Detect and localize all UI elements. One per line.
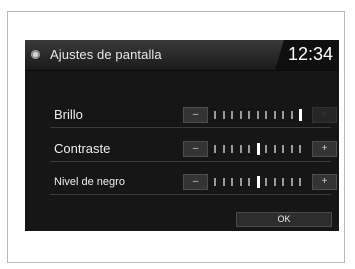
title-bar: Ajustes de pantalla 12:34 [25,40,339,71]
contrast-label: Contraste [54,141,111,156]
level-tick [222,111,225,119]
level-tick [222,178,225,186]
level-tick [222,145,225,153]
level-tick [265,111,267,119]
level-tick [231,145,233,153]
level-tick [239,145,242,153]
brightness-level-scale [214,109,308,121]
level-tick [299,178,301,186]
level-tick [231,111,233,119]
black-level-increase-button[interactable]: + [312,174,337,190]
clock-tab: 12:34 [275,40,339,70]
black-level-label: Nivel de negro [54,176,125,188]
level-marker [256,176,260,188]
level-tick [290,145,293,153]
setting-row-brightness: Brillo – + [50,103,337,128]
contrast-decrease-button[interactable]: – [183,141,208,157]
display-screen: Ajustes de pantalla 12:34 Brillo – + Con… [25,40,339,231]
level-tick [273,145,276,153]
level-tick [239,111,242,119]
level-tick [273,111,276,119]
contrast-increase-button[interactable]: + [312,141,337,157]
level-tick [256,111,259,119]
level-tick [290,178,293,186]
level-tick [248,111,250,119]
level-tick [248,145,250,153]
level-tick [290,111,293,119]
black-level-scale [214,176,308,188]
level-tick [214,145,216,153]
black-level-decrease-button[interactable]: – [183,174,208,190]
level-tick [214,178,216,186]
level-marker [299,109,302,121]
level-tick [231,178,233,186]
brightness-decrease-button[interactable]: – [183,107,208,123]
settings-disc-icon [31,50,40,59]
level-tick [299,145,301,153]
level-tick [273,178,276,186]
brightness-label: Brillo [54,107,83,122]
level-tick [282,111,284,119]
contrast-level-scale [214,143,308,155]
brightness-increase-button[interactable]: + [312,107,337,123]
level-tick [282,145,284,153]
level-tick [265,178,267,186]
level-tick [248,178,250,186]
setting-row-black-level: Nivel de negro – + [50,170,337,195]
level-tick [282,178,284,186]
page-title: Ajustes de pantalla [50,47,162,62]
level-marker [256,143,260,155]
ok-button[interactable]: OK [236,212,332,227]
level-tick [214,111,216,119]
setting-row-contrast: Contraste – + [50,137,337,162]
clock: 12:34 [287,44,333,64]
level-tick [239,178,242,186]
level-tick [265,145,267,153]
